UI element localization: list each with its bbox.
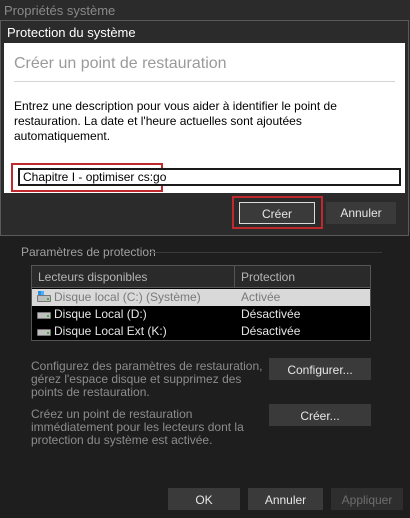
heading-divider [14, 81, 395, 82]
window-title: Propriétés système [4, 3, 116, 18]
apply-button[interactable]: Appliquer [331, 488, 403, 510]
dialog-description: Entrez une description pour vous aider à… [14, 99, 337, 143]
description-input[interactable] [18, 168, 401, 186]
protection-status: Activée [241, 290, 281, 304]
table-row[interactable]: Disque local (C:) (Système) Activée [32, 289, 370, 306]
configure-help-text: Configurez des paramètres de restauratio… [31, 359, 263, 399]
protection-status: Désactivée [241, 307, 301, 321]
configure-button[interactable]: Configurer... [269, 358, 371, 380]
dialog-content: Créer un point de restauration Entrez un… [4, 43, 405, 193]
protection-status: Désactivée [241, 324, 301, 338]
protection-panel: Paramètres de protection Lecteurs dispon… [0, 232, 410, 518]
ok-button[interactable]: OK [168, 488, 240, 510]
dialog-heading: Créer un point de restauration [14, 55, 227, 72]
group-divider [150, 252, 382, 253]
dialog-footer: Créer Annuler [4, 193, 405, 233]
table-row[interactable]: Disque Local (D:) Désactivée [32, 306, 370, 323]
column-header-drives[interactable]: Lecteurs disponibles [32, 266, 235, 288]
drive-icon [37, 326, 51, 337]
create-help-text: Créez un point de restauration immédiate… [31, 407, 244, 447]
protection-settings-label: Paramètres de protection [21, 245, 156, 259]
create-restore-point-dialog: Protection du système Créer un point de … [0, 20, 409, 236]
system-drive-icon [37, 291, 51, 303]
column-header-protection[interactable]: Protection [235, 266, 370, 288]
cancel-button[interactable]: Annuler [248, 488, 323, 510]
drives-table: Lecteurs disponibles Protection Disque l… [31, 265, 371, 341]
drive-name: Disque local (C:) (Système) [54, 290, 201, 304]
dialog-title: Protection du système [7, 25, 136, 40]
create-button[interactable]: Créer [239, 202, 315, 224]
table-row[interactable]: Disque Local Ext (K:) Désactivée [32, 323, 370, 340]
create-point-button[interactable]: Créer... [269, 404, 371, 426]
drive-icon [37, 309, 51, 320]
drive-name: Disque Local (D:) [54, 307, 147, 321]
dialog-cancel-button[interactable]: Annuler [326, 202, 396, 224]
drive-name: Disque Local Ext (K:) [54, 324, 167, 338]
